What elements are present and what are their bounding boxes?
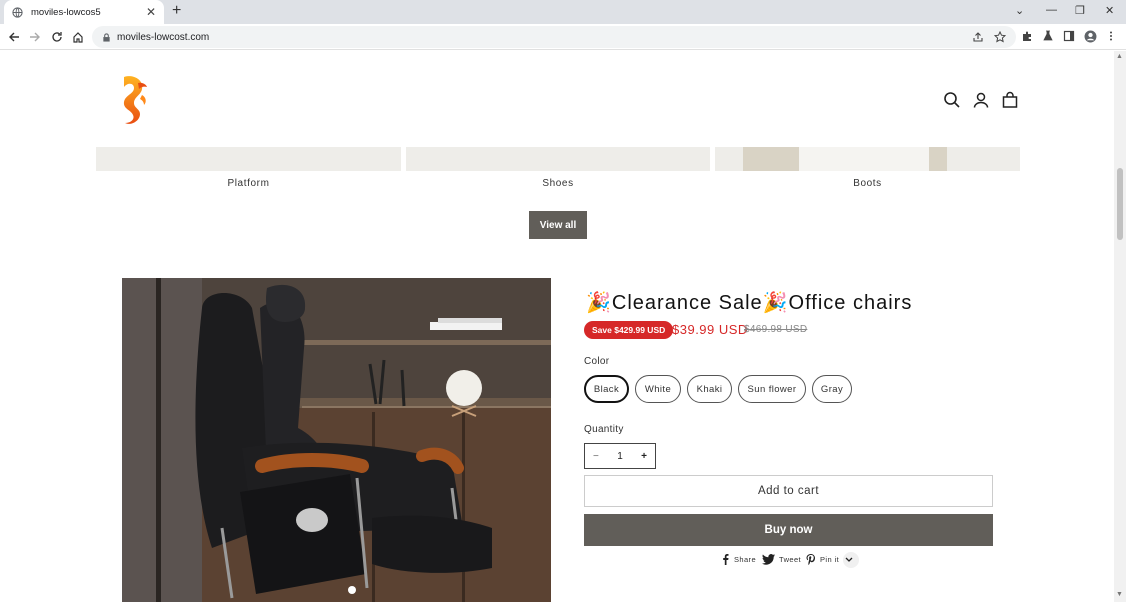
back-button[interactable]: [6, 29, 22, 45]
category-image-shoes[interactable]: [406, 147, 710, 171]
cart-icon[interactable]: [1001, 91, 1019, 109]
category-image-platform[interactable]: [96, 147, 401, 171]
share-pinterest-link[interactable]: Pin it: [806, 554, 839, 565]
share-more-button[interactable]: [843, 552, 859, 568]
store-logo[interactable]: [112, 73, 154, 129]
account-icon[interactable]: [972, 91, 990, 109]
scroll-down-arrow-icon[interactable]: ▼: [1116, 591, 1123, 598]
tab-title: moviles-lowcos5: [31, 6, 101, 18]
page-scrollbar[interactable]: ▲ ▼: [1114, 51, 1126, 602]
buy-now-button[interactable]: Buy now: [584, 514, 993, 546]
tab-search-icon[interactable]: ⌄: [1015, 4, 1024, 17]
side-panel-icon[interactable]: [1062, 29, 1076, 43]
close-tab-icon[interactable]: ✕: [146, 6, 156, 18]
share-pinterest-label: Pin it: [820, 555, 840, 564]
regular-price: $469.98 USD: [744, 324, 808, 335]
product-title: 🎉Clearance Sale🎉Office chairs: [586, 292, 913, 314]
share-facebook-label: Share: [734, 555, 757, 564]
minus-icon[interactable]: −: [593, 451, 599, 462]
category-label-platform[interactable]: Platform: [96, 178, 401, 189]
share-twitter-link[interactable]: Tweet: [762, 554, 801, 565]
quantity-value[interactable]: 1: [617, 451, 623, 462]
category-label-boots[interactable]: Boots: [715, 178, 1020, 189]
browser-tabbar: moviles-lowcos5 ✕ + ⌄ — ❐ ✕: [0, 0, 1126, 24]
color-option-sun-flower[interactable]: Sun flower: [738, 375, 806, 403]
profile-icon[interactable]: [1083, 29, 1097, 43]
extensions-icon[interactable]: [1020, 29, 1034, 43]
globe-icon: [12, 6, 23, 18]
minimize-button[interactable]: —: [1046, 4, 1057, 16]
share-page-icon[interactable]: [972, 31, 984, 43]
chevron-down-icon: [845, 557, 853, 562]
bookmark-star-icon[interactable]: [994, 31, 1006, 43]
color-label: Color: [584, 356, 610, 367]
color-option-black[interactable]: Black: [584, 375, 629, 403]
view-all-button[interactable]: View all: [529, 211, 587, 239]
home-icon: [73, 32, 83, 43]
lock-icon: [103, 32, 110, 42]
close-window-button[interactable]: ✕: [1105, 4, 1114, 17]
sale-price: $39.99 USD: [672, 322, 748, 337]
share-twitter-label: Tweet: [779, 555, 802, 564]
color-option-white[interactable]: White: [635, 375, 681, 403]
browser-menu-icon[interactable]: [1104, 29, 1118, 43]
scroll-up-arrow-icon[interactable]: ▲: [1116, 53, 1123, 60]
browser-tab[interactable]: moviles-lowcos5 ✕: [4, 0, 164, 24]
scrollbar-thumb[interactable]: [1117, 168, 1123, 240]
back-arrow-icon: [9, 32, 19, 42]
add-to-cart-button[interactable]: Add to cart: [584, 475, 993, 507]
quantity-stepper: − 1 +: [584, 443, 656, 469]
forward-arrow-icon: [30, 32, 40, 42]
store-page: Platform Shoes Boots View all 🎉Clearance…: [0, 51, 1114, 602]
forward-button[interactable]: [27, 29, 43, 45]
quantity-label: Quantity: [584, 424, 624, 435]
reload-icon: [52, 32, 62, 42]
search-icon[interactable]: [943, 91, 961, 109]
reload-button[interactable]: [49, 29, 65, 45]
browser-toolbar: moviles-lowcost.com: [0, 24, 1126, 50]
address-bar[interactable]: moviles-lowcost.com: [92, 26, 1016, 48]
url-text: moviles-lowcost.com: [117, 31, 210, 43]
lab-flask-icon[interactable]: [1041, 29, 1055, 43]
new-tab-button[interactable]: +: [172, 3, 181, 19]
facebook-icon: [723, 554, 729, 565]
pinterest-icon: [806, 554, 815, 565]
twitter-icon: [762, 554, 775, 565]
category-image-boots[interactable]: [715, 147, 1020, 171]
color-option-gray[interactable]: Gray: [812, 375, 852, 403]
restore-button[interactable]: ❐: [1075, 4, 1085, 17]
category-label-shoes[interactable]: Shoes: [406, 178, 710, 189]
share-facebook-link[interactable]: Share: [721, 554, 756, 565]
sale-badge: Save $429.99 USD: [584, 321, 674, 339]
plus-icon[interactable]: +: [641, 451, 647, 462]
product-image[interactable]: [122, 278, 551, 602]
home-button[interactable]: [70, 29, 86, 45]
color-option-khaki[interactable]: Khaki: [687, 375, 732, 403]
